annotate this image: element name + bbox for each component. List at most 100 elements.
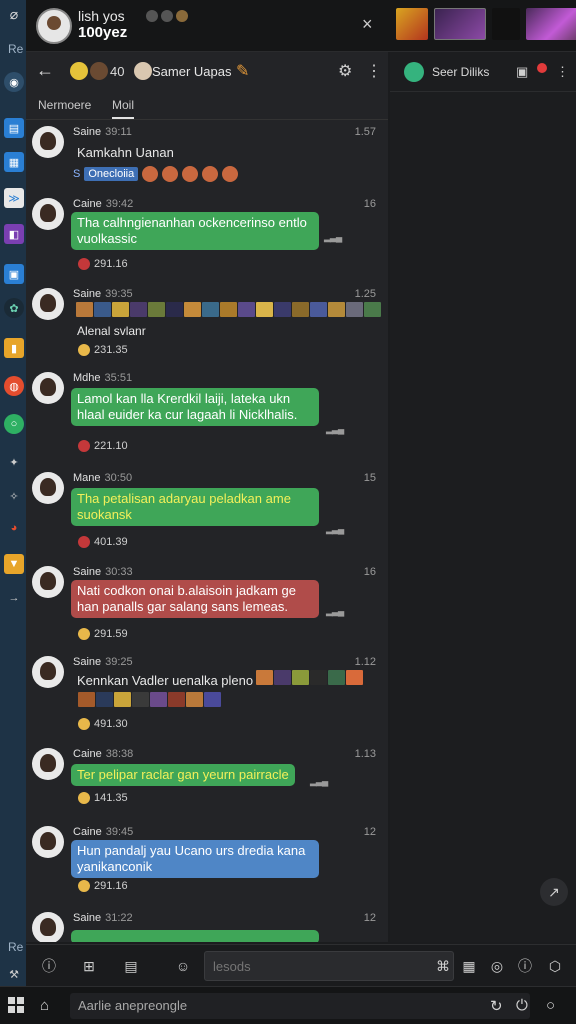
reaction[interactable]: 491.30 <box>78 718 128 730</box>
message-stamp: 1.13 <box>354 748 376 760</box>
fire-icon[interactable]: ◕ <box>4 518 24 538</box>
send-icon[interactable]: ≫ <box>4 188 24 208</box>
avatar[interactable] <box>32 912 64 942</box>
tab-nermoere[interactable]: Nermoere <box>38 98 91 112</box>
circle-app-icon[interactable]: ○ <box>4 414 24 434</box>
thumbnail[interactable] <box>434 8 486 40</box>
reaction[interactable]: 231.35 <box>78 344 128 356</box>
sync-icon[interactable]: ↻ <box>490 997 503 1015</box>
avatar[interactable] <box>32 826 64 858</box>
avatar[interactable] <box>32 372 64 404</box>
send-icon[interactable]: ⬡ <box>544 955 566 977</box>
window-icon[interactable]: ▣ <box>516 64 528 80</box>
reaction[interactable]: 221.10 <box>78 440 128 452</box>
chat-header: ← 40 Samer Uapas ✎ ⚙ ⋮ <box>26 52 388 92</box>
gear-app-icon[interactable]: ✿ <box>4 298 24 318</box>
message-text: Alenal svlanr <box>77 324 146 338</box>
avatar[interactable] <box>32 566 64 598</box>
thumbnail[interactable] <box>526 8 576 40</box>
folder-icon[interactable]: ▦ <box>4 152 24 172</box>
compose-fab-icon[interactable]: ↗ <box>540 878 568 906</box>
signal-icon: ▂▃▄ <box>324 232 342 242</box>
emoji-icon <box>162 166 179 182</box>
avatar[interactable] <box>32 656 64 688</box>
mic-icon[interactable]: ⓘ <box>514 955 536 977</box>
message: Mane 30:50 15 Tha petalisan adaryau pelad… <box>26 470 388 556</box>
tool-icon[interactable]: ⚒ <box>4 964 24 984</box>
taskbar-search[interactable]: Aarlie anepreongle <box>70 993 530 1019</box>
thumbnail[interactable] <box>492 8 520 40</box>
globe-icon[interactable]: ◉ <box>4 72 24 92</box>
group-avatar-2 <box>134 62 152 80</box>
attach-clip-icon[interactable]: ⌘ <box>432 955 454 977</box>
app-icon[interactable]: ◧ <box>4 224 24 244</box>
pencil-icon[interactable]: ✎ <box>236 61 249 81</box>
group-avatars <box>70 62 108 80</box>
browser-icon[interactable]: ◍ <box>4 376 24 396</box>
avatar[interactable] <box>32 472 64 504</box>
sticker-icon[interactable]: ▦ <box>458 955 480 977</box>
signal-icon: ▂▃▄ <box>326 424 344 434</box>
message: Saine 30:33 16 Nati codkon onai b.alaisoi… <box>26 564 388 650</box>
message-text: Kamkahn Uanan <box>77 145 174 160</box>
close-icon[interactable]: × <box>362 14 373 35</box>
avatar[interactable] <box>32 198 64 230</box>
message-tag[interactable]: Onecloiia <box>84 167 139 181</box>
window-icon[interactable]: ▣ <box>4 264 24 284</box>
reaction[interactable]: 291.59 <box>78 628 128 640</box>
emoji-icon <box>202 166 219 182</box>
message-composer: ⓘ ⊞ ▤ ☺ ⌘ ▦ ◎ ⓘ ⬡ <box>26 944 576 986</box>
message-bubble: Hun pandalj yau Ucano urs dredia kana ya… <box>71 840 319 878</box>
message-sender: Saine 31:22 <box>73 912 133 924</box>
link-icon[interactable]: ⌀ <box>4 4 24 24</box>
message-stamp: 16 <box>363 198 376 210</box>
notification-badge <box>537 63 547 73</box>
window-subtitle: 100yez <box>78 24 128 41</box>
puzzle-icon[interactable]: ✧ <box>4 486 24 506</box>
reaction[interactable]: 291.16 <box>78 880 128 892</box>
sticker-strip <box>78 692 221 707</box>
message: Caine 39:45 12 Hun pandalj yau Ucano urs … <box>26 824 388 904</box>
thumbnail[interactable] <box>396 8 428 40</box>
message-bubble: Tha calhngienanhan ockencerinso entlo vu… <box>71 212 319 250</box>
avatar[interactable] <box>32 748 64 780</box>
emoji-icon <box>182 166 199 182</box>
reaction[interactable]: 141.35 <box>78 792 128 804</box>
message-input[interactable] <box>204 951 454 981</box>
message-sender: Mdhe 35:51 <box>73 372 133 384</box>
more-menu-icon[interactable]: ⋮ <box>366 61 382 81</box>
profile-avatar[interactable] <box>36 8 72 44</box>
info-icon[interactable]: ⓘ <box>38 955 60 977</box>
file-icon[interactable]: ▤ <box>120 955 142 977</box>
message-bubble: Lamol kan lla Krerdkil laiji, lateka ukn… <box>71 388 319 426</box>
avatar[interactable] <box>32 288 64 320</box>
message: Saine 31:22 12 <box>26 910 388 942</box>
reaction[interactable]: 291.16 <box>78 258 128 270</box>
power-icon[interactable]: ⏻ <box>516 997 528 1014</box>
member-count: 40 <box>110 64 125 79</box>
settings-icon[interactable]: ✦ <box>4 452 24 472</box>
chat-title: Samer Uapas <box>152 64 232 79</box>
circle-icon[interactable]: ○ <box>546 997 555 1014</box>
message-stamp: 12 <box>363 912 376 924</box>
doc-icon[interactable]: ▤ <box>4 118 24 138</box>
more-menu-icon[interactable]: ⋮ <box>556 64 569 80</box>
message-bubble: Tha petalisan adaryau peladkan ame suoka… <box>71 488 319 526</box>
back-arrow-icon[interactable]: ← <box>36 60 54 81</box>
avatar[interactable] <box>32 126 64 158</box>
start-icon[interactable] <box>8 997 24 1013</box>
attach-icon[interactable]: ⊞ <box>78 955 100 977</box>
emoji-picker-icon[interactable]: ☺ <box>172 955 194 977</box>
note-icon[interactable]: ▮ <box>4 338 24 358</box>
message-sender: Caine 38:38 <box>73 748 134 760</box>
reaction[interactable]: 401.39 <box>78 536 128 548</box>
rail-label-bottom: Re <box>8 940 24 954</box>
arrow-right-icon[interactable]: → <box>4 588 24 608</box>
home-icon[interactable]: ⌂ <box>40 997 49 1014</box>
gif-icon[interactable]: ◎ <box>486 955 508 977</box>
tab-moil[interactable]: Moil <box>112 98 135 119</box>
settings-gear-icon[interactable]: ⚙ <box>338 61 352 81</box>
signal-icon: ▂▃▄ <box>310 776 328 786</box>
message-stamp: 16 <box>363 566 376 578</box>
store-icon[interactable]: ▼ <box>4 554 24 574</box>
